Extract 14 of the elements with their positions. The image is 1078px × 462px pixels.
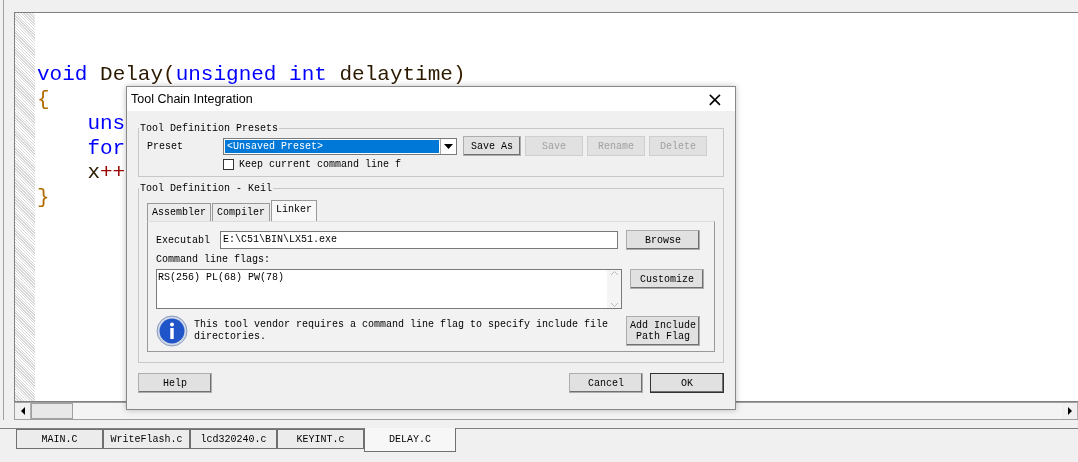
code-line: uns: [86, 112, 126, 137]
code-line: void Delay(unsigned int delaytime): [37, 63, 466, 88]
code-line: x++: [86, 161, 126, 186]
group-title: Tool Definition - Keil: [139, 183, 274, 194]
code-line: {: [37, 87, 50, 112]
executable-label: Executabl: [156, 234, 211, 246]
group-title: Tool Definition Presets: [139, 123, 280, 134]
code-line: }: [37, 185, 50, 210]
preset-label: Preset: [147, 140, 184, 152]
info-message: This tool vendor requires a command line flag to specify include file directories.: [194, 319, 610, 343]
checkbox-label: Keep current command line f: [239, 159, 402, 170]
code-line: for: [86, 136, 126, 161]
window-title: Tool Chain Integration: [131, 92, 253, 106]
flags-label: Command line flags:: [156, 254, 272, 265]
